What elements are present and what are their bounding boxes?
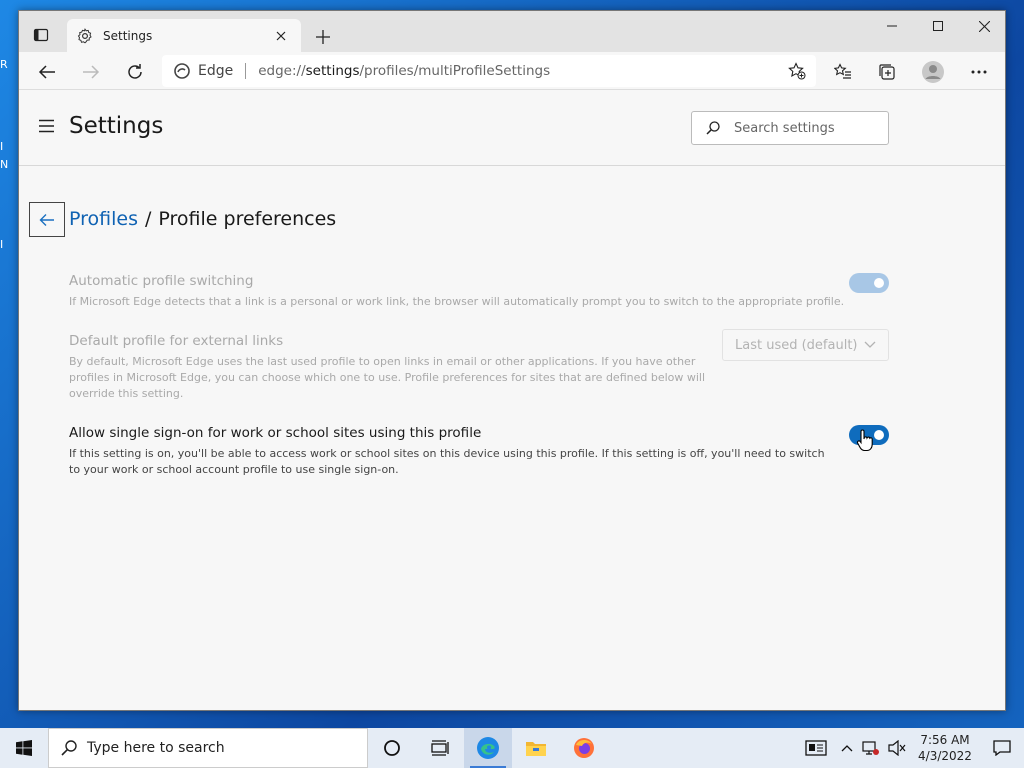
windows-taskbar: Type here to search 7:56 AM 4/3/2022 bbox=[0, 728, 1024, 768]
collections-button[interactable] bbox=[871, 56, 903, 88]
setting-row-default-profile-external-links: Default profile for external links By de… bbox=[69, 329, 889, 402]
back-button[interactable] bbox=[31, 56, 63, 88]
hand-cursor-icon bbox=[856, 429, 873, 452]
edge-browser-window: Settings Edge edge://settings/profiles/m… bbox=[18, 10, 1006, 711]
setting-description: If this setting is on, you'll be able to… bbox=[69, 447, 825, 476]
tab-actions-icon bbox=[33, 28, 49, 42]
action-center-button[interactable] bbox=[980, 728, 1024, 768]
volume-tray-button[interactable] bbox=[884, 728, 910, 768]
volume-muted-icon bbox=[888, 740, 906, 756]
settings-page: Settings Profiles / Profile preferences … bbox=[19, 91, 1005, 710]
tab-settings[interactable]: Settings bbox=[67, 19, 301, 52]
maximize-button[interactable] bbox=[915, 11, 961, 41]
news-icon bbox=[805, 740, 827, 756]
firefox-icon bbox=[574, 738, 594, 758]
chevron-down-icon bbox=[864, 341, 876, 348]
favorites-icon bbox=[834, 63, 851, 79]
show-hidden-icons-button[interactable] bbox=[836, 728, 858, 768]
taskbar-search-box[interactable]: Type here to search bbox=[48, 728, 368, 768]
tab-actions-button[interactable] bbox=[25, 19, 57, 51]
hamburger-menu-icon[interactable] bbox=[37, 119, 57, 133]
setting-row-automatic-profile-switching: Automatic profile switching If Microsoft… bbox=[69, 273, 889, 310]
plus-icon bbox=[316, 30, 330, 44]
start-button[interactable] bbox=[0, 728, 48, 768]
taskbar-clock[interactable]: 7:56 AM 4/3/2022 bbox=[910, 732, 980, 764]
setting-title: Allow single sign-on for work or school … bbox=[69, 425, 482, 441]
search-icon bbox=[706, 121, 720, 135]
setting-description: By default, Microsoft Edge uses the last… bbox=[69, 355, 706, 400]
maximize-icon bbox=[933, 21, 943, 31]
edge-logo-icon bbox=[477, 737, 499, 759]
arrow-left-icon bbox=[38, 65, 55, 79]
setting-description: If Microsoft Edge detects that a link is… bbox=[69, 295, 845, 308]
cortana-icon bbox=[384, 740, 400, 756]
network-icon bbox=[862, 741, 879, 755]
taskbar-firefox-button[interactable] bbox=[560, 728, 608, 768]
breadcrumb: Profiles / Profile preferences bbox=[69, 208, 336, 230]
desktop-icon-label-stub: N bbox=[0, 158, 9, 171]
taskbar-search-placeholder: Type here to search bbox=[87, 740, 225, 756]
minimize-icon bbox=[887, 25, 897, 27]
star-plus-icon bbox=[788, 62, 806, 80]
automatic-profile-switching-toggle[interactable] bbox=[849, 273, 889, 293]
settings-header: Settings bbox=[19, 91, 1005, 166]
dropdown-selected-value: Last used (default) bbox=[735, 337, 858, 353]
minimize-button[interactable] bbox=[869, 11, 915, 41]
default-profile-dropdown[interactable]: Last used (default) bbox=[722, 329, 889, 361]
address-bar[interactable]: Edge edge://settings/profiles/multiProfi… bbox=[162, 55, 816, 87]
favorites-button[interactable] bbox=[827, 56, 859, 88]
breadcrumb-profiles-link[interactable]: Profiles bbox=[69, 208, 138, 230]
browser-toolbar: Edge edge://settings/profiles/multiProfi… bbox=[19, 52, 1005, 90]
page-title: Settings bbox=[69, 113, 164, 139]
taskbar-edge-button[interactable] bbox=[464, 728, 512, 768]
windows-logo-icon bbox=[16, 740, 32, 756]
back-to-profiles-button[interactable] bbox=[29, 202, 65, 237]
search-settings-box[interactable] bbox=[691, 111, 889, 145]
address-url: edge://settings/profiles/multiProfileSet… bbox=[258, 63, 551, 79]
desktop-icon-label-stub: R bbox=[0, 58, 8, 71]
clock-date: 4/3/2022 bbox=[918, 749, 972, 763]
new-tab-button[interactable] bbox=[309, 23, 337, 51]
system-tray: 7:56 AM 4/3/2022 bbox=[796, 728, 1024, 768]
breadcrumb-separator: / bbox=[144, 208, 152, 230]
task-view-icon-button[interactable] bbox=[416, 728, 464, 768]
settings-and-more-button[interactable] bbox=[963, 56, 995, 88]
setting-row-single-sign-on: Allow single sign-on for work or school … bbox=[69, 425, 889, 478]
address-brand-label: Edge bbox=[198, 63, 234, 79]
notification-icon bbox=[993, 740, 1011, 756]
taskbar-file-explorer-button[interactable] bbox=[512, 728, 560, 768]
search-icon bbox=[61, 740, 77, 756]
folder-icon bbox=[526, 742, 546, 756]
gear-icon bbox=[77, 27, 92, 43]
close-window-button[interactable] bbox=[961, 11, 1005, 41]
desktop-icon-label-stub: I bbox=[0, 238, 4, 251]
close-icon bbox=[978, 20, 990, 32]
add-favorite-button[interactable] bbox=[788, 62, 806, 84]
tab-title: Settings bbox=[103, 28, 153, 43]
search-settings-input[interactable] bbox=[734, 120, 874, 136]
network-tray-button[interactable] bbox=[858, 728, 884, 768]
refresh-icon bbox=[128, 64, 142, 79]
arrow-left-icon bbox=[39, 213, 54, 226]
setting-title: Automatic profile switching bbox=[69, 273, 254, 289]
desktop-icon-label-stub: I bbox=[0, 140, 4, 153]
forward-button[interactable] bbox=[75, 56, 107, 88]
more-icon bbox=[971, 70, 987, 74]
tab-strip: Settings bbox=[19, 11, 1005, 52]
news-widget-button[interactable] bbox=[796, 728, 836, 768]
breadcrumb-current: Profile preferences bbox=[158, 208, 337, 230]
task-view-icon bbox=[431, 740, 449, 756]
collections-icon bbox=[879, 64, 895, 80]
refresh-button[interactable] bbox=[119, 56, 151, 88]
close-icon bbox=[276, 31, 286, 40]
edge-logo-icon bbox=[174, 63, 190, 79]
profile-button[interactable] bbox=[917, 56, 949, 88]
clock-time: 7:56 AM bbox=[920, 733, 970, 747]
arrow-right-icon bbox=[83, 65, 100, 79]
task-view-button[interactable] bbox=[368, 728, 416, 768]
address-separator bbox=[245, 63, 247, 79]
avatar-icon bbox=[922, 61, 944, 83]
tab-close-button[interactable] bbox=[271, 26, 291, 46]
chevron-up-icon bbox=[841, 745, 853, 752]
